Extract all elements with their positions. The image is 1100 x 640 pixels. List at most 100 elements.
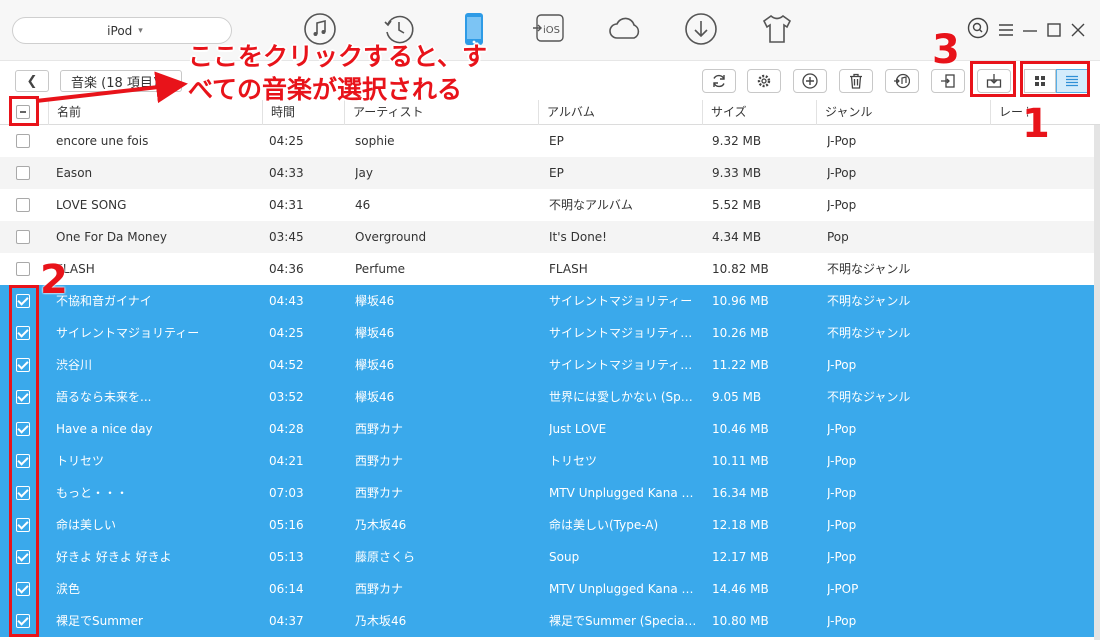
cell-artist: 乃木坂46 (355, 614, 407, 628)
annotation-select-all-box (9, 96, 39, 126)
row-checkbox[interactable] (16, 262, 30, 276)
row-checkbox[interactable] (16, 230, 30, 244)
delete-button[interactable] (839, 69, 873, 93)
cell-time: 07:03 (269, 486, 304, 500)
cell-genre: 不明なジャンル (827, 294, 911, 308)
add-button[interactable] (793, 69, 827, 93)
annotation-checkbox-column-box (9, 285, 39, 637)
cell-album: 世界には愛しかない (Specia... (549, 390, 699, 404)
table-row[interactable]: トリセツ 04:21 西野カナ トリセツ 10.11 MB J-Pop (0, 445, 1094, 477)
cell-size: 12.17 MB (712, 550, 769, 564)
cell-name: 好きよ 好きよ 好きよ (56, 550, 172, 564)
minimize-icon[interactable] (1022, 20, 1038, 40)
annotation-number-3: 3 (932, 27, 960, 73)
column-genre[interactable]: ジャンル (816, 100, 990, 125)
cell-artist: 欅坂46 (355, 390, 395, 404)
scrollbar[interactable] (1094, 125, 1100, 640)
callout-line-2: べての音楽が選択される (188, 75, 463, 104)
annotation-number-2: 2 (40, 257, 68, 303)
cell-album: EP (549, 166, 564, 180)
cell-size: 10.80 MB (712, 614, 769, 628)
cell-artist: 欅坂46 (355, 294, 395, 308)
row-checkbox[interactable] (16, 198, 30, 212)
cell-artist: Perfume (355, 262, 406, 276)
cell-time: 04:36 (269, 262, 304, 276)
refresh-button[interactable] (702, 69, 736, 93)
menu-icon[interactable] (998, 20, 1014, 40)
cell-name: サイレントマジョリティー (56, 326, 200, 340)
cell-time: 04:43 (269, 294, 304, 308)
maximize-icon[interactable] (1046, 20, 1062, 40)
table-row[interactable]: encore une fois 04:25 sophie EP 9.32 MB J-Pop (0, 125, 1094, 157)
close-icon[interactable] (1070, 20, 1086, 40)
annotation-number-1: 1 (1022, 101, 1050, 147)
cell-album: EP (549, 134, 564, 148)
table-row[interactable]: 渋谷川 04:52 欅坂46 サイレントマジョリティー (Spec... 11.22 M… (0, 349, 1094, 381)
cell-time: 04:52 (269, 358, 304, 372)
column-size[interactable]: サイズ (702, 100, 816, 125)
table-row[interactable]: もっと・・・ 07:03 西野カナ MTV Unplugged Kana Ni... 1… (0, 477, 1094, 509)
cell-size: 10.96 MB (712, 294, 769, 308)
cell-genre: J-Pop (827, 358, 857, 372)
cell-name: 裸足でSummer (56, 614, 143, 628)
cell-album: FLASH (549, 262, 588, 276)
cell-name: 不協和音ガイナイ (56, 294, 152, 308)
table-row[interactable]: 裸足でSummer 04:37 乃木坂46 裸足でSummer (Special E.… (0, 605, 1094, 637)
cell-time: 03:45 (269, 230, 304, 244)
column-album[interactable]: アルバム (538, 100, 702, 125)
table-row[interactable]: Have a nice day 04:28 西野カナ Just LOVE 10.46 M… (0, 413, 1094, 445)
download-icon[interactable] (684, 12, 718, 46)
ios-transfer-icon[interactable]: iOS (532, 12, 566, 46)
cell-artist: 乃木坂46 (355, 518, 407, 532)
cell-size: 10.26 MB (712, 326, 769, 340)
cell-size: 10.11 MB (712, 454, 769, 468)
back-button[interactable]: ❮ (15, 70, 49, 92)
cell-artist: 欅坂46 (355, 326, 395, 340)
table-row[interactable]: 語るなら未来を... 03:52 欅坂46 世界には愛しかない (Specia... 9… (0, 381, 1094, 413)
cell-size: 5.52 MB (712, 198, 762, 212)
cloud-icon[interactable] (608, 12, 642, 46)
cell-genre: J-Pop (827, 166, 857, 180)
settings-button[interactable] (747, 69, 781, 93)
table-row[interactable]: 命は美しい 05:16 乃木坂46 命は美しい(Type-A) 12.18 MB J-Po… (0, 509, 1094, 541)
table-row[interactable]: FLASH 04:36 Perfume FLASH 10.82 MB 不明なジャンル (0, 253, 1094, 285)
cell-album: 命は美しい(Type-A) (549, 518, 659, 532)
table-row[interactable]: One For Da Money 03:45 Overground It's Done… (0, 221, 1094, 253)
row-checkbox[interactable] (16, 166, 30, 180)
cell-name: トリセツ (56, 454, 105, 468)
cell-time: 04:21 (269, 454, 304, 468)
cell-genre: J-Pop (827, 486, 857, 500)
table-row[interactable]: LOVE SONG 04:31 46 不明なアルバム 5.52 MB J-Pop (0, 189, 1094, 221)
cell-size: 14.46 MB (712, 582, 769, 596)
table-row[interactable]: 不協和音ガイナイ 04:43 欅坂46 サイレントマジョリティー 10.96 MB 不明な… (0, 285, 1094, 317)
table-row[interactable]: 好きよ 好きよ 好きよ 05:13 藤原さくら Soup 12.17 MB J-Pop (0, 541, 1094, 573)
cell-time: 04:31 (269, 198, 304, 212)
search-icon[interactable] (966, 17, 990, 39)
table-row[interactable]: Eason 04:33 Jay EP 9.33 MB J-Pop (0, 157, 1094, 189)
cell-genre: J-Pop (827, 454, 857, 468)
row-checkbox[interactable] (16, 134, 30, 148)
cell-size: 10.46 MB (712, 422, 769, 436)
cell-size: 4.34 MB (712, 230, 762, 244)
chevron-left-icon: ❮ (26, 73, 38, 89)
table-row[interactable]: 涙色 06:14 西野カナ MTV Unplugged Kana Ni... 14.46… (0, 573, 1094, 605)
cell-time: 05:16 (269, 518, 304, 532)
cell-time: 04:25 (269, 326, 304, 340)
cell-artist: 藤原さくら (355, 550, 416, 564)
ios-label: iOS (543, 25, 560, 36)
import-icon (941, 74, 955, 88)
table-row[interactable]: サイレントマジョリティー 04:25 欅坂46 サイレントマジョリティー(TYPE..… (0, 317, 1094, 349)
cell-genre: Pop (827, 230, 849, 244)
to-itunes-button[interactable] (885, 69, 919, 93)
trash-icon (850, 73, 862, 89)
cell-artist: 西野カナ (355, 582, 404, 596)
cell-genre: J-POP (827, 582, 859, 596)
chevron-down-icon: ▾ (138, 25, 143, 36)
cell-album: サイレントマジョリティー(TYPE... (549, 326, 699, 340)
cell-time: 04:37 (269, 614, 304, 628)
cell-artist: 西野カナ (355, 422, 404, 436)
tshirt-icon[interactable] (760, 12, 794, 46)
cell-time: 04:25 (269, 134, 304, 148)
category-selector[interactable]: 音楽 (18 項目) ▾ (60, 70, 182, 92)
category-label: 音楽 (18 項目) (71, 75, 158, 91)
